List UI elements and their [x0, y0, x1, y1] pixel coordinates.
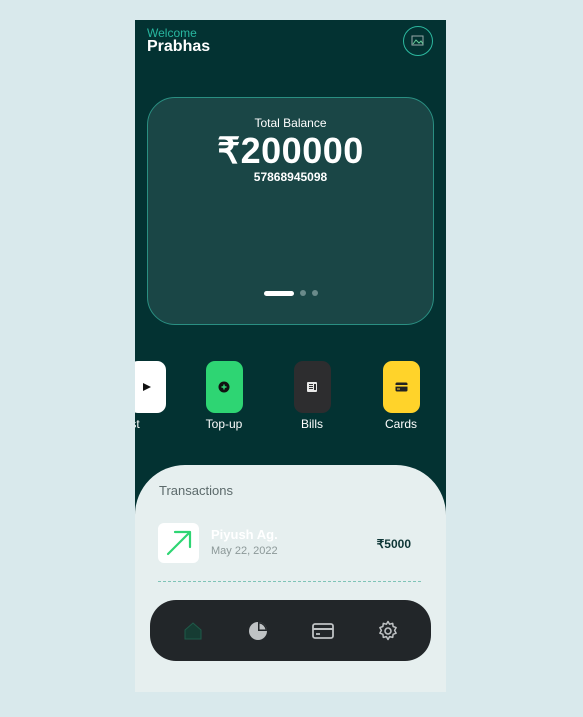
app-screen: Welcome Prabhas Total Balance ₹200000 57…: [135, 20, 446, 692]
gear-icon: [379, 620, 398, 640]
play-icon: [143, 383, 151, 391]
balance-label: Total Balance: [254, 116, 327, 130]
balance-amount: ₹200000: [217, 130, 364, 171]
home-icon: [184, 621, 202, 639]
pager-dot-active[interactable]: [263, 290, 294, 296]
action-label: uest: [135, 417, 140, 431]
cards-button[interactable]: [382, 361, 420, 413]
action-topup[interactable]: Top-up: [194, 361, 254, 431]
action-bills[interactable]: Bills: [282, 361, 342, 431]
transaction-name: Piyush Ag.: [211, 527, 278, 542]
transactions-title: Transactions: [159, 483, 233, 498]
avatar[interactable]: [403, 26, 433, 56]
pie-chart-icon: [248, 621, 267, 640]
transaction-date: May 22, 2022: [211, 545, 278, 557]
pager-dot[interactable]: [299, 290, 306, 296]
balance-card[interactable]: Total Balance ₹200000 57868945098: [147, 97, 434, 325]
divider: [158, 581, 421, 582]
nav-settings[interactable]: [368, 611, 408, 651]
action-cards[interactable]: Cards: [371, 361, 431, 431]
nav-home[interactable]: [173, 611, 213, 651]
action-label: Cards: [384, 417, 417, 431]
nav-cards[interactable]: [303, 611, 343, 651]
bottom-nav: [150, 600, 431, 661]
pager-dot[interactable]: [311, 290, 318, 296]
card-icon: [395, 382, 407, 392]
action-request[interactable]: uest: [135, 361, 177, 431]
plus-circle-icon: [218, 381, 230, 393]
bills-button[interactable]: [293, 361, 331, 413]
action-label: Bills: [300, 417, 323, 431]
broken-image-icon: [411, 35, 424, 46]
transaction-row[interactable]: Piyush Ag. May 22, 2022 ₹5000: [158, 523, 421, 565]
transaction-amount: ₹5000: [376, 537, 411, 551]
action-label: Top-up: [205, 417, 243, 431]
receipt-icon: [307, 382, 317, 392]
transaction-icon: [158, 523, 199, 563]
account-number: 57868945098: [253, 170, 328, 184]
arrow-up-right-icon: [166, 530, 191, 556]
topup-button[interactable]: [205, 361, 243, 413]
card-icon: [312, 622, 335, 639]
request-button[interactable]: [135, 361, 166, 413]
user-name: Prabhas: [147, 38, 211, 55]
card-pager: [148, 290, 433, 296]
nav-stats[interactable]: [238, 611, 278, 651]
